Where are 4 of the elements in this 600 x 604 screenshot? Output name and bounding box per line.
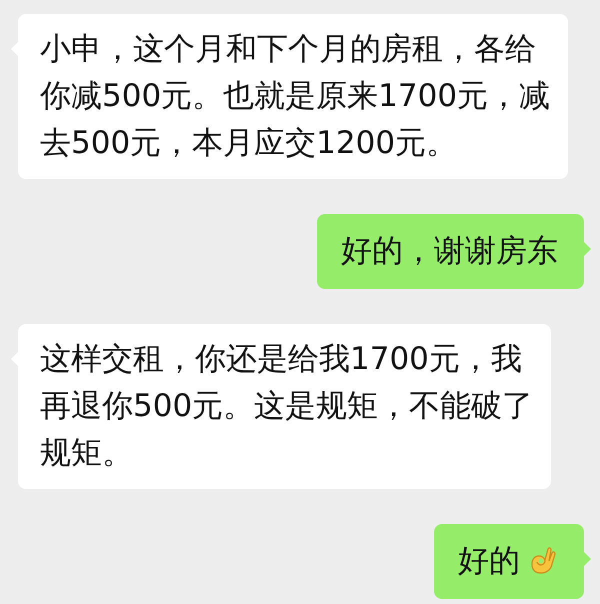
message-text: 这样交租，你还是给我1700元，我 再退你500元。这是规矩，不能破了 规矩。 bbox=[40, 340, 534, 473]
message-text: 小申，这个月和下个月的房租，各给 你减500元。也就是原来1700元，减 去500元，本月应交1200元。 bbox=[40, 30, 550, 163]
message-text: 好的 bbox=[458, 542, 520, 581]
message-text: 好的，谢谢房东 bbox=[341, 232, 558, 271]
